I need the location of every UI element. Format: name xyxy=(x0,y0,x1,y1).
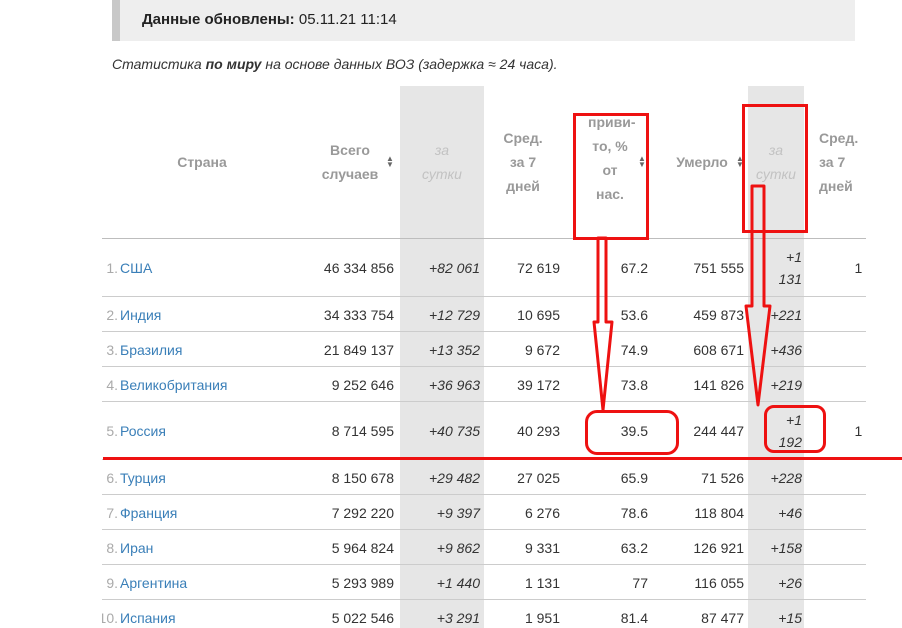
arrow-down-vaccinated-icon xyxy=(592,236,614,412)
arrow-down-died-per-day-icon xyxy=(744,184,772,407)
annotation-arrows xyxy=(592,184,772,412)
